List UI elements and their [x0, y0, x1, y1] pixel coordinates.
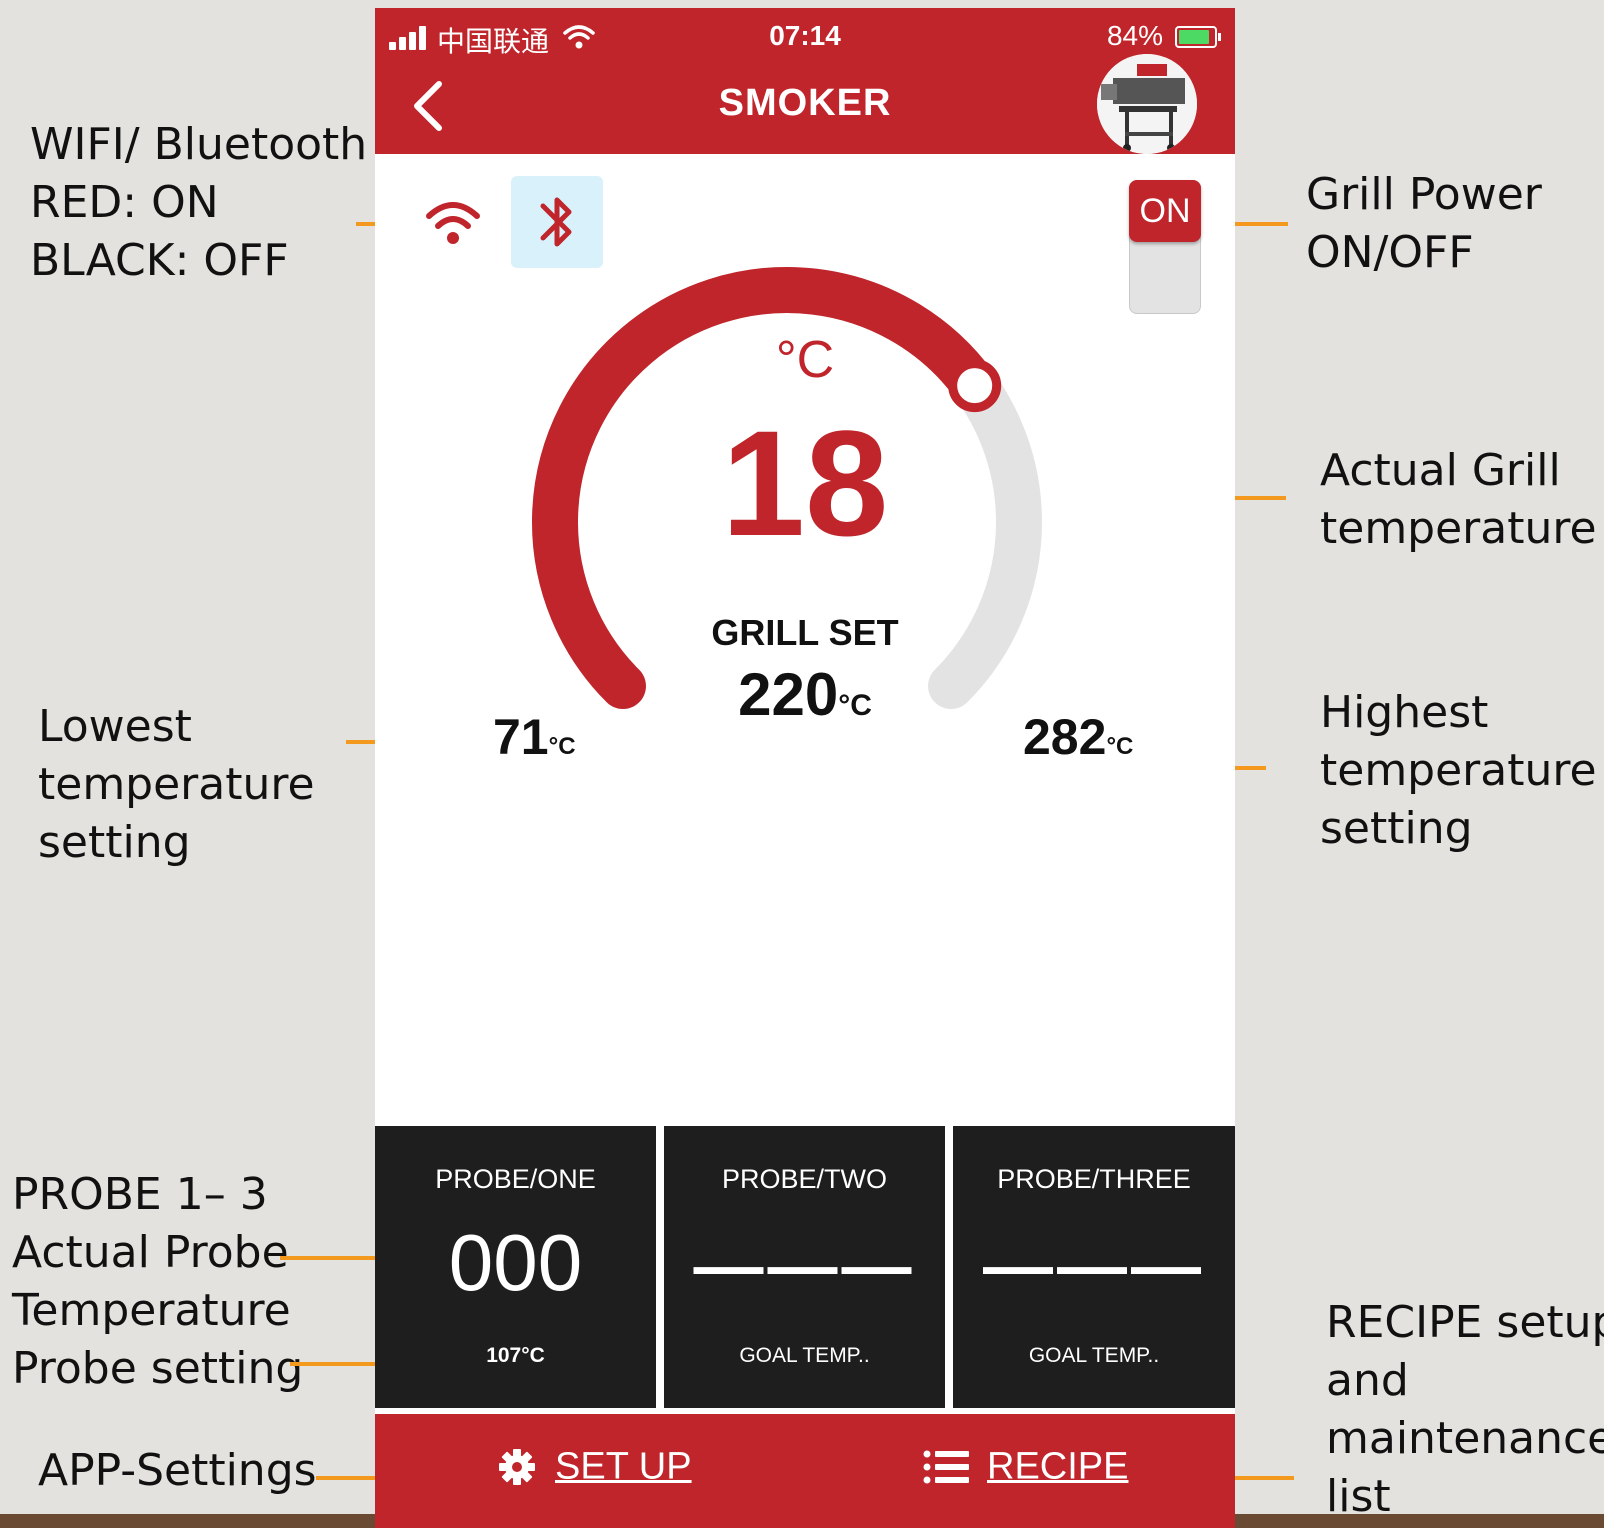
annotation-line: and	[1326, 1355, 1409, 1406]
annotation-probe: PROBE 1– 3 Actual Probe Temperature Prob…	[12, 1166, 303, 1398]
probe-card-two[interactable]: PROBE/TWO ——— GOAL TEMP..	[664, 1126, 945, 1408]
annotation-line: Temperature	[12, 1285, 291, 1336]
annotation-line: temperature	[1320, 503, 1597, 554]
probe-name: PROBE/THREE	[997, 1164, 1191, 1194]
setup-button[interactable]: SET UP	[497, 1444, 692, 1494]
annotation-line: temperature	[1320, 745, 1597, 796]
annotation-lowest: Lowest temperature setting	[38, 698, 315, 872]
max-temp: 282°C	[1023, 708, 1133, 766]
annotation-line: temperature	[38, 759, 315, 810]
annotation-line: PROBE 1– 3	[12, 1169, 268, 1220]
recipe-label: RECIPE	[987, 1445, 1129, 1488]
annotation-line: ON/OFF	[1306, 227, 1474, 278]
max-temp-unit: °C	[1106, 733, 1134, 760]
annotation-line: setting	[1320, 803, 1473, 854]
probe-card-three[interactable]: PROBE/THREE ——— GOAL TEMP..	[953, 1126, 1235, 1408]
setup-label: SET UP	[555, 1445, 692, 1488]
annotation-line: Highest	[1320, 687, 1489, 738]
actual-grill-temp: 18	[721, 399, 889, 567]
annotation-line: Probe setting	[12, 1343, 304, 1394]
min-temp: 71°C	[493, 708, 576, 766]
grill-set-number: 220	[738, 661, 839, 728]
max-temp-number: 282	[1023, 709, 1107, 765]
probe-goal: GOAL TEMP..	[739, 1344, 870, 1367]
gear-icon	[499, 1448, 535, 1485]
probe-goal: GOAL TEMP..	[1028, 1344, 1160, 1367]
list-icon	[923, 1450, 969, 1484]
bottom-bar: SET UP RECIPE	[375, 1414, 1235, 1528]
annotation-arrow	[1214, 215, 1288, 233]
recipe-button[interactable]: RECIPE	[923, 1444, 1128, 1494]
annotation-line: RED: ON	[30, 177, 219, 228]
annotation-app-settings: APP-Settings	[38, 1442, 317, 1500]
probe-temp: ———	[983, 1226, 1205, 1304]
probe-temp: ———	[693, 1226, 916, 1304]
annotation-line: setting	[38, 817, 191, 868]
probe-panel: PROBE/ONE 000 107°C PROBE/TWO ——— GOAL T…	[375, 1126, 1235, 1408]
probe-goal: 107°C	[486, 1344, 545, 1367]
annotation-line: Lowest	[38, 701, 192, 752]
annotation-line: maintenance	[1326, 1413, 1604, 1464]
probe-temp: 000	[448, 1218, 583, 1307]
annotation-line: Actual Grill	[1320, 445, 1561, 496]
min-temp-number: 71	[493, 709, 549, 765]
min-temp-unit: °C	[548, 733, 576, 760]
annotation-line: BLACK: OFF	[30, 235, 289, 286]
phone-screen: 中国联通 07:14 84% SMOKER ON °C 18 GRILL SET…	[375, 8, 1235, 1528]
annotation-line: APP-Settings	[38, 1445, 317, 1496]
annotation-line: Grill Power	[1306, 169, 1542, 220]
annotation-grill-power: Grill Power ON/OFF	[1306, 166, 1542, 282]
annotation-wifi-bluetooth: WIFI/ Bluetooth RED: ON BLACK: OFF	[30, 116, 367, 290]
probe-name: PROBE/ONE	[435, 1164, 596, 1194]
gauge-unit: °C	[775, 331, 835, 389]
probe-card-one[interactable]: PROBE/ONE 000 107°C	[375, 1126, 656, 1408]
grill-set-label: GRILL SET	[711, 612, 899, 653]
probe-name: PROBE/TWO	[721, 1164, 887, 1194]
annotation-line: WIFI/ Bluetooth	[30, 119, 368, 170]
annotation-recipe: RECIPE setup and maintenance list	[1326, 1294, 1604, 1526]
annotation-line: RECIPE setup	[1326, 1297, 1604, 1348]
grill-set-unit: °C	[838, 689, 872, 722]
annotation-actual-grill: Actual Grill temperature	[1320, 442, 1597, 558]
annotation-line: Actual Probe	[12, 1227, 289, 1278]
annotation-highest: Highest temperature setting	[1320, 684, 1597, 858]
